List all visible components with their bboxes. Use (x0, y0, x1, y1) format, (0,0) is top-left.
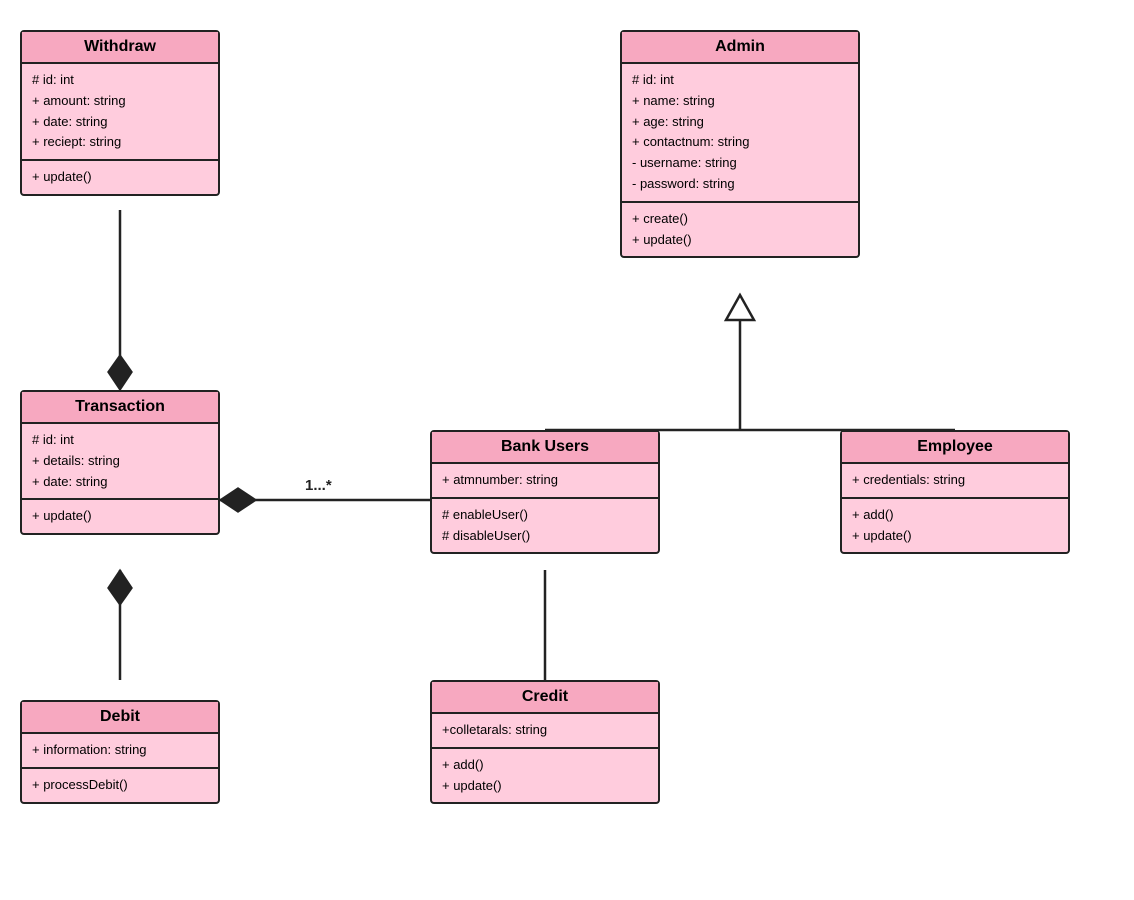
credit-methods: + add() + update() (432, 749, 658, 803)
credit-attributes: +colletarals: string (432, 714, 658, 749)
transaction-attributes: # id: int + details: string + date: stri… (22, 424, 218, 500)
transaction-header: Transaction (22, 392, 218, 424)
transaction-class: Transaction # id: int + details: string … (20, 390, 220, 535)
debit-method-1: + processDebit() (32, 775, 208, 796)
credit-class: Credit +colletarals: string + add() + up… (430, 680, 660, 804)
withdraw-attr-4: + reciept: string (32, 132, 208, 153)
admin-header: Admin (622, 32, 858, 64)
bankusers-method-1: # enableUser() (442, 505, 648, 526)
credit-method-2: + update() (442, 776, 648, 797)
credit-attr-1: +colletarals: string (442, 720, 648, 741)
employee-header: Employee (842, 432, 1068, 464)
employee-method-2: + update() (852, 526, 1058, 547)
admin-attr-5: - username: string (632, 153, 848, 174)
employee-attributes: + credentials: string (842, 464, 1068, 499)
bankusers-methods: # enableUser() # disableUser() (432, 499, 658, 553)
transaction-attr-3: + date: string (32, 472, 208, 493)
withdraw-header: Withdraw (22, 32, 218, 64)
debit-methods: + processDebit() (22, 769, 218, 802)
bankusers-class: Bank Users + atmnumber: string # enableU… (430, 430, 660, 554)
bankusers-method-2: # disableUser() (442, 526, 648, 547)
transaction-attr-2: + details: string (32, 451, 208, 472)
transaction-attr-1: # id: int (32, 430, 208, 451)
credit-header: Credit (432, 682, 658, 714)
withdraw-method-1: + update() (32, 167, 208, 188)
admin-attr-3: + age: string (632, 112, 848, 133)
employee-class: Employee + credentials: string + add() +… (840, 430, 1070, 554)
employee-attr-1: + credentials: string (852, 470, 1058, 491)
debit-attributes: + information: string (22, 734, 218, 769)
admin-class: Admin # id: int + name: string + age: st… (620, 30, 860, 258)
svg-text:1...*: 1...* (305, 477, 332, 494)
withdraw-methods: + update() (22, 161, 218, 194)
transaction-method-1: + update() (32, 506, 208, 527)
admin-attr-6: - password: string (632, 174, 848, 195)
admin-method-2: + update() (632, 230, 848, 251)
credit-method-1: + add() (442, 755, 648, 776)
withdraw-attr-1: # id: int (32, 70, 208, 91)
employee-method-1: + add() (852, 505, 1058, 526)
transaction-methods: + update() (22, 500, 218, 533)
admin-methods: + create() + update() (622, 203, 858, 257)
admin-attr-4: + contactnum: string (632, 132, 848, 153)
debit-attr-1: + information: string (32, 740, 208, 761)
admin-attr-1: # id: int (632, 70, 848, 91)
withdraw-class: Withdraw # id: int + amount: string + da… (20, 30, 220, 196)
admin-attributes: # id: int + name: string + age: string +… (622, 64, 858, 203)
admin-attr-2: + name: string (632, 91, 848, 112)
withdraw-attr-2: + amount: string (32, 91, 208, 112)
admin-method-1: + create() (632, 209, 848, 230)
employee-methods: + add() + update() (842, 499, 1068, 553)
debit-class: Debit + information: string + processDeb… (20, 700, 220, 804)
debit-header: Debit (22, 702, 218, 734)
uml-diagram: 1...* Withdraw # id: int + amount: strin… (0, 0, 1134, 900)
withdraw-attributes: # id: int + amount: string + date: strin… (22, 64, 218, 161)
bankusers-header: Bank Users (432, 432, 658, 464)
withdraw-attr-3: + date: string (32, 112, 208, 133)
bankusers-attributes: + atmnumber: string (432, 464, 658, 499)
bankusers-attr-1: + atmnumber: string (442, 470, 648, 491)
